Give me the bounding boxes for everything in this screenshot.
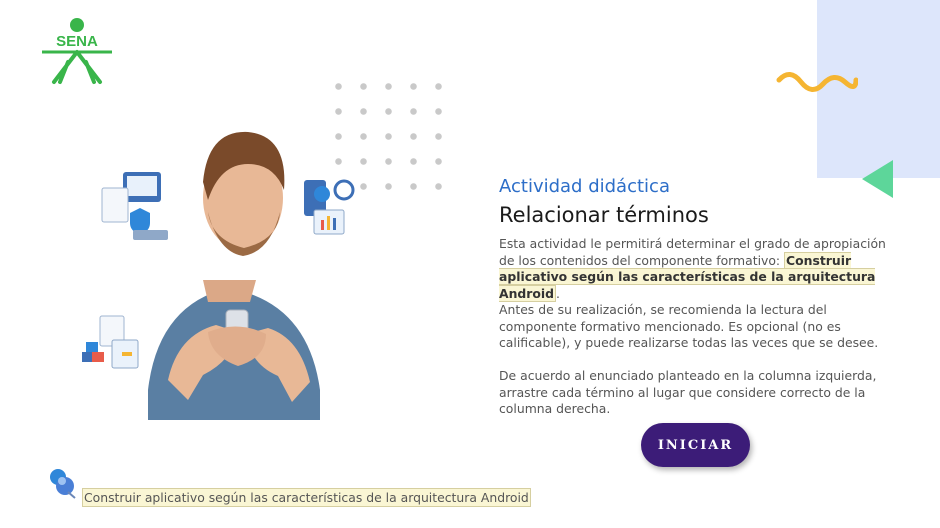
- wave-decoration-icon: [776, 72, 858, 92]
- mobile-settings-icon: [304, 179, 355, 235]
- intro-suffix: .: [556, 285, 560, 301]
- man-with-phone-illustration: [82, 131, 355, 420]
- triangle-decoration-icon: [862, 160, 893, 198]
- component-name-label: Construir aplicativo según las caracterí…: [82, 488, 531, 507]
- recommendation-paragraph: Antes de su realización, se recomienda l…: [499, 302, 879, 351]
- sena-logo-icon: SENA: [42, 18, 112, 84]
- activity-title: Relacionar términos: [499, 203, 709, 227]
- logo-text: SENA: [56, 33, 98, 50]
- start-button[interactable]: INICIAR: [641, 423, 750, 467]
- web-security-icon: [101, 172, 168, 240]
- pushpin-icon: [50, 469, 76, 499]
- activity-subtitle: Actividad didáctica: [499, 176, 670, 197]
- instructions-paragraph: De acuerdo al enunciado planteado en la …: [499, 368, 877, 417]
- intro-paragraph: Esta actividad le permitirá determinar e…: [499, 236, 891, 302]
- documents-database-icon: [82, 315, 139, 369]
